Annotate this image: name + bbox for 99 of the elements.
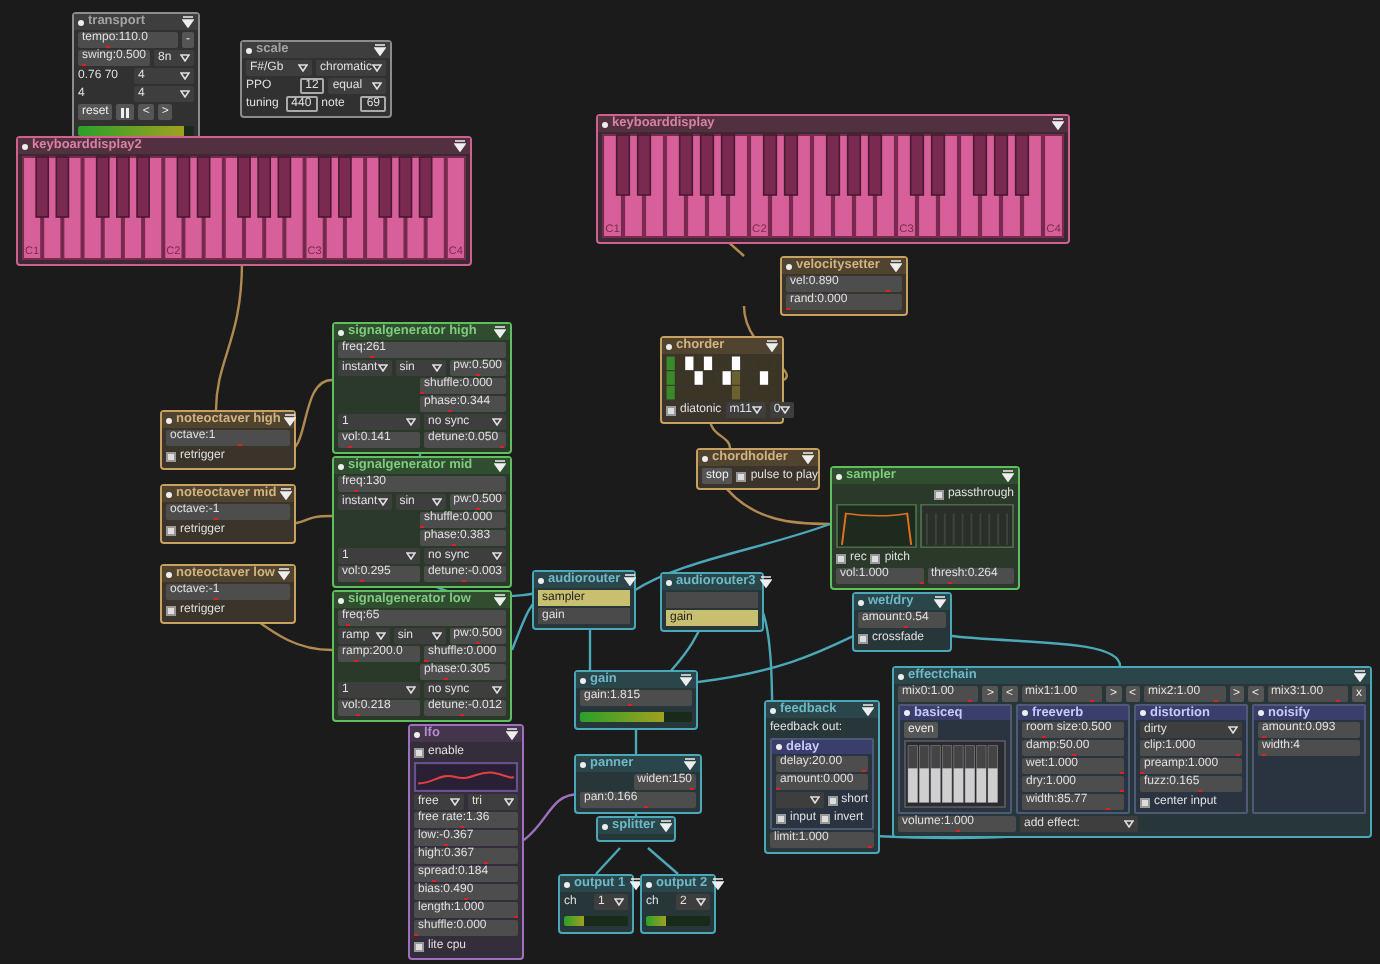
caret-icon: [431, 364, 442, 372]
caret-icon: [809, 796, 820, 804]
dot-icon: [836, 473, 842, 479]
checkbox[interactable]: [414, 941, 424, 951]
dot-icon: [904, 710, 910, 716]
caret-icon: [614, 898, 624, 906]
dot-icon: [166, 571, 172, 577]
dot-icon: [166, 491, 172, 497]
menu-icon[interactable]: [494, 460, 506, 472]
checkbox[interactable]: [820, 813, 831, 823]
menu-icon[interactable]: [680, 674, 692, 686]
dot-icon: [22, 143, 28, 149]
menu-icon[interactable]: [278, 568, 291, 580]
dot-icon: [858, 599, 864, 605]
caret-icon: [751, 406, 762, 414]
dot-icon: [646, 881, 652, 887]
menu-icon[interactable]: [1354, 670, 1366, 682]
menu-icon[interactable]: [494, 594, 506, 606]
dot-icon: [770, 707, 776, 713]
menu-icon[interactable]: [182, 16, 194, 28]
dot-icon: [564, 881, 570, 887]
caret-icon: [696, 898, 706, 906]
equalizer-drawing: [904, 740, 1006, 808]
menu-icon[interactable]: [802, 452, 814, 464]
dot-icon: [776, 744, 782, 750]
dot-icon: [602, 121, 608, 127]
menu-icon[interactable]: [1002, 470, 1014, 482]
checkbox[interactable]: [836, 553, 846, 563]
caret-icon: [1228, 726, 1238, 734]
piano-keyboard-drawing[interactable]: [602, 134, 1064, 238]
menu-icon[interactable]: [374, 44, 386, 56]
menu-icon[interactable]: [766, 340, 778, 352]
waveform-drawing: [414, 762, 518, 792]
dot-icon: [702, 455, 708, 461]
dot-icon: [246, 47, 252, 53]
dot-icon: [666, 343, 672, 349]
dot-icon: [602, 823, 608, 829]
caret-icon: [504, 798, 514, 806]
checkbox[interactable]: [166, 605, 176, 615]
dot-icon: [338, 597, 344, 603]
pause-button[interactable]: [116, 104, 135, 120]
caret-icon: [492, 686, 502, 694]
dot-icon: [78, 19, 84, 25]
menu-icon[interactable]: [711, 878, 724, 890]
caret-icon: [377, 498, 388, 506]
checkbox[interactable]: [870, 553, 881, 563]
patch-cable: [725, 239, 745, 257]
dot-icon: [898, 673, 904, 679]
checkbox[interactable]: [166, 451, 176, 461]
dot-icon: [338, 329, 344, 335]
menu-icon[interactable]: [280, 488, 293, 500]
checkbox[interactable]: [933, 489, 944, 499]
checkbox[interactable]: [736, 471, 747, 481]
caret-icon: [406, 686, 416, 694]
dot-icon: [580, 677, 586, 683]
checkbox[interactable]: [776, 813, 786, 823]
dot-icon: [1140, 710, 1146, 716]
menu-icon[interactable]: [624, 574, 637, 586]
menu-icon[interactable]: [659, 820, 672, 832]
caret-icon: [1124, 820, 1134, 828]
menu-icon[interactable]: [506, 728, 518, 740]
checkbox[interactable]: [858, 633, 868, 643]
dot-icon: [666, 579, 672, 585]
dot-icon: [1022, 710, 1028, 716]
dot-icon: [580, 761, 586, 767]
checkbox[interactable]: [827, 795, 838, 805]
checkbox[interactable]: [166, 525, 176, 535]
checkbox[interactable]: [414, 747, 424, 757]
caret-icon: [492, 418, 502, 426]
menu-icon[interactable]: [284, 414, 297, 426]
menu-icon[interactable]: [890, 260, 902, 272]
caret-icon: [406, 418, 416, 426]
piano-keyboard-drawing[interactable]: [22, 156, 466, 260]
caret-icon: [780, 406, 791, 414]
caret-icon: [431, 498, 442, 506]
dot-icon: [166, 417, 172, 423]
checkbox[interactable]: [666, 405, 676, 415]
caret-icon: [431, 632, 442, 640]
menu-icon[interactable]: [759, 576, 772, 588]
menu-icon[interactable]: [629, 878, 642, 890]
dot-icon: [338, 463, 344, 469]
caret-icon: [406, 552, 416, 560]
menu-icon[interactable]: [934, 596, 946, 608]
caret-icon: [450, 798, 460, 806]
caret-icon: [375, 632, 386, 640]
caret-icon: [377, 364, 388, 372]
dot-icon: [1258, 710, 1264, 716]
caret-icon: [297, 64, 308, 72]
dropdown[interactable]: [776, 792, 824, 808]
menu-icon[interactable]: [1052, 118, 1064, 130]
menu-icon[interactable]: [454, 140, 466, 152]
checkbox[interactable]: [1140, 797, 1150, 807]
dot-icon: [786, 263, 792, 269]
dot-icon: [414, 731, 420, 737]
menu-icon[interactable]: [494, 326, 506, 338]
menu-icon[interactable]: [684, 758, 696, 770]
caret-icon: [492, 552, 502, 560]
dot-icon: [538, 577, 544, 583]
menu-icon[interactable]: [862, 704, 874, 716]
